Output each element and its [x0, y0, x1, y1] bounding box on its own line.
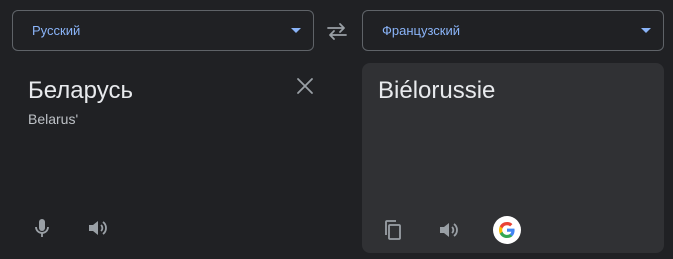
speaker-icon	[89, 221, 107, 235]
caret-down-icon	[291, 28, 301, 33]
speaker-icon	[440, 223, 458, 237]
copy-translation-button[interactable]	[381, 218, 405, 242]
target-language-label: Французский	[382, 23, 460, 38]
microphone-icon	[35, 219, 49, 237]
transliteration-text: Belarus'	[28, 111, 79, 127]
source-language-label: Русский	[32, 23, 81, 38]
source-panel[interactable]: Беларусь Belarus'	[12, 63, 314, 253]
target-panel: Biélorussie	[362, 63, 664, 253]
copy-icon	[385, 220, 401, 240]
swap-arrows-icon	[327, 23, 347, 40]
clear-source-button[interactable]	[296, 77, 316, 97]
target-language-select[interactable]: Французский	[362, 10, 664, 51]
swap-languages-button[interactable]	[324, 20, 350, 42]
source-language-select[interactable]: Русский	[12, 10, 314, 51]
microphone-button[interactable]	[30, 216, 54, 240]
source-text[interactable]: Беларусь	[28, 77, 133, 105]
close-icon	[297, 78, 313, 94]
google-g-icon	[499, 222, 515, 238]
target-speaker-button[interactable]	[437, 218, 461, 242]
source-speaker-button[interactable]	[86, 216, 110, 240]
google-button[interactable]	[493, 216, 521, 244]
translation-text: Biélorussie	[378, 77, 496, 104]
caret-down-icon	[641, 28, 651, 33]
